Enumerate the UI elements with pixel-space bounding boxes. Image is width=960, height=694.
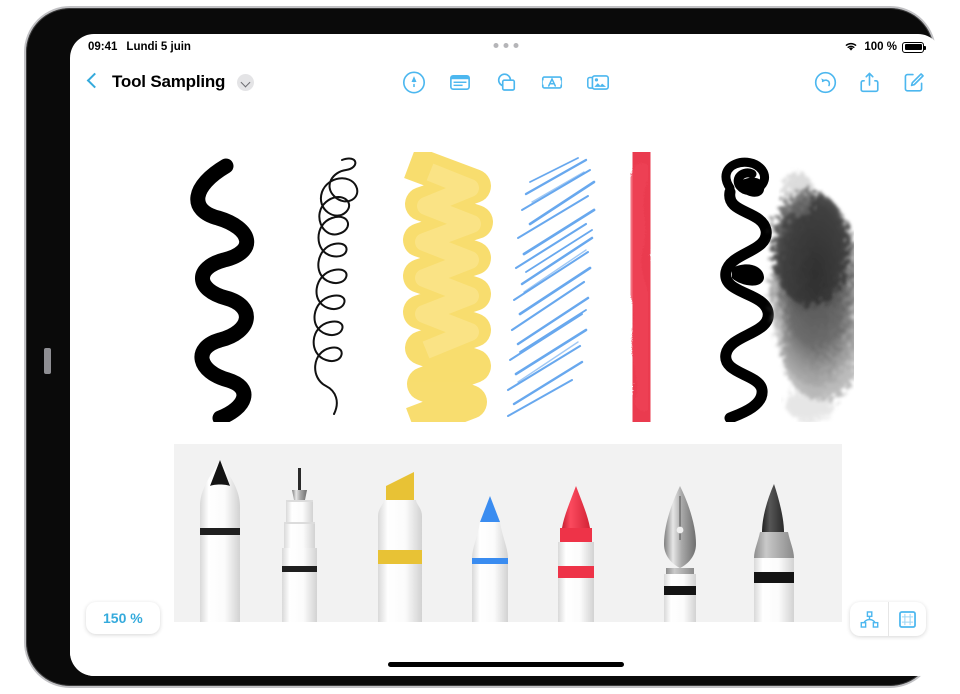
ipad-device-frame: 09:41 Lundi 5 juin 100 % Tool Sampling 1… bbox=[24, 6, 942, 688]
status-time: 09:41 bbox=[88, 41, 118, 53]
stroke-red-crayon bbox=[617, 152, 666, 422]
undo-button[interactable] bbox=[813, 70, 838, 95]
pen-red-crayon bbox=[558, 486, 594, 622]
multitask-dot bbox=[503, 43, 509, 48]
status-bar-left: 09:41 Lundi 5 juin bbox=[88, 41, 191, 53]
navigation-bar: Tool Sampling bbox=[70, 60, 942, 104]
markup-pen-tool[interactable] bbox=[402, 70, 427, 95]
stroke-black-fountain-pen bbox=[720, 157, 774, 422]
stroke-thin-black-liner bbox=[312, 157, 359, 415]
path-nodes-button[interactable] bbox=[850, 602, 888, 636]
document-text-tool[interactable] bbox=[448, 70, 473, 95]
battery-percent: 100 % bbox=[864, 41, 897, 53]
pen-fountain-nib bbox=[664, 486, 696, 622]
page-grid-icon bbox=[899, 610, 916, 628]
multitask-dot bbox=[513, 43, 519, 48]
pen-fine-liner bbox=[282, 468, 317, 622]
stroke-samples-group bbox=[174, 152, 854, 422]
stroke-thick-black-pen bbox=[190, 158, 254, 422]
media-tool[interactable] bbox=[586, 70, 611, 95]
page-grid-button[interactable] bbox=[888, 602, 926, 636]
stroke-yellow-highlighter bbox=[403, 152, 493, 422]
pen-black-marker bbox=[200, 460, 240, 622]
zoom-level-button[interactable]: 150 % bbox=[86, 602, 160, 634]
multitask-handle[interactable] bbox=[493, 43, 519, 48]
multitask-dot bbox=[493, 43, 499, 48]
status-bar: 09:41 Lundi 5 juin 100 % bbox=[70, 34, 942, 60]
compose-button[interactable] bbox=[901, 70, 926, 95]
nav-bar-right-tools bbox=[813, 70, 926, 95]
ipad-screen: 09:41 Lundi 5 juin 100 % Tool Sampling 1… bbox=[70, 34, 942, 676]
page-title: Tool Sampling bbox=[112, 72, 226, 91]
pen-tool-panel[interactable] bbox=[174, 444, 842, 622]
drawing-canvas[interactable]: 150 % bbox=[70, 104, 942, 676]
stroke-blue-pencil bbox=[506, 157, 596, 417]
pen-blue-pencil bbox=[472, 496, 508, 622]
stroke-charcoal-brush bbox=[770, 172, 854, 422]
share-button[interactable] bbox=[857, 70, 882, 95]
pen-charcoal-brush bbox=[754, 484, 794, 622]
view-controls-group bbox=[850, 602, 926, 636]
shapes-tool[interactable] bbox=[494, 70, 519, 95]
chevron-down-icon[interactable] bbox=[237, 73, 255, 91]
pen-yellow-highlighter bbox=[378, 472, 422, 622]
home-indicator[interactable] bbox=[388, 662, 624, 667]
nav-bar-center-tools bbox=[402, 70, 611, 95]
wifi-icon bbox=[843, 40, 859, 55]
back-chevron-icon[interactable] bbox=[86, 71, 100, 93]
battery-icon bbox=[902, 41, 926, 53]
volume-button[interactable] bbox=[44, 348, 51, 374]
text-box-tool[interactable] bbox=[540, 70, 565, 95]
nav-bar-left: Tool Sampling bbox=[86, 71, 255, 93]
status-bar-right: 100 % bbox=[843, 40, 926, 55]
path-nodes-icon bbox=[860, 610, 878, 628]
status-date: Lundi 5 juin bbox=[126, 41, 191, 53]
